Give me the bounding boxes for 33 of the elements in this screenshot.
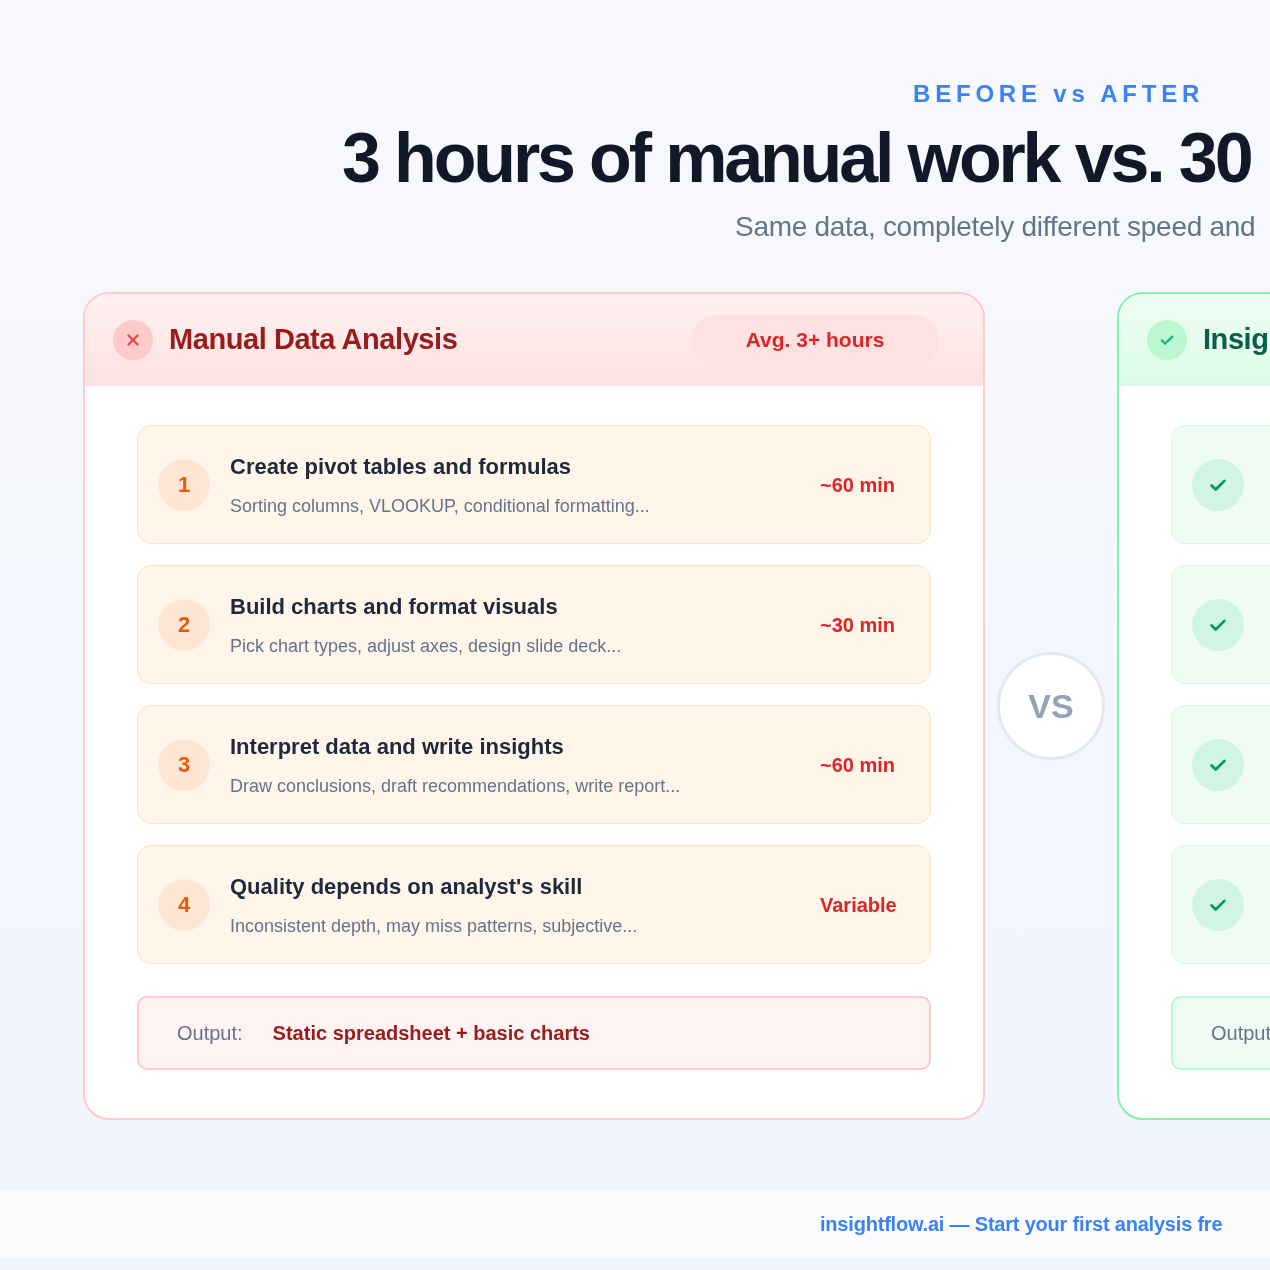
check-icon	[1192, 458, 1244, 511]
check-icon	[1192, 598, 1244, 651]
step-number: 4	[158, 878, 210, 931]
step-description: Sorting columns, VLOOKUP, conditional formatting...	[230, 494, 650, 518]
step-description: Pick chart types, adjust axes, design slide deck...	[230, 634, 622, 658]
step-title: Build charts and format visuals	[230, 592, 558, 621]
step-number: 2	[158, 598, 210, 651]
step-time: ~60 min	[820, 752, 896, 778]
step-description: Draw conclusions, draft recommendations, write report...	[230, 774, 681, 798]
check-icon	[1192, 738, 1244, 791]
vs-badge: VS	[997, 652, 1105, 760]
cross-icon	[113, 320, 153, 360]
time-badge: Avg. 3+ hours	[691, 315, 939, 365]
output-value: Static spreadsheet + basic charts	[272, 1021, 590, 1046]
page-title: 3 hours of manual work vs. 30	[342, 122, 1251, 194]
step-description: Inconsistent depth, may miss patterns, subjective...	[230, 914, 638, 938]
step-time: ~30 min	[820, 612, 896, 638]
step-time: ~60 min	[820, 472, 896, 498]
step-time: Variable	[820, 892, 897, 918]
step-number: 3	[158, 738, 210, 791]
step-title: Quality depends on analyst's skill	[230, 872, 583, 901]
page-subtitle: Same data, completely different speed and	[735, 210, 1256, 244]
eyebrow-label: BEFORE vs AFTER	[913, 79, 1205, 109]
step-number: 1	[158, 458, 210, 511]
step-title: Create pivot tables and formulas	[230, 452, 572, 481]
step-title: Interpret data and write insights	[230, 732, 564, 761]
check-icon	[1147, 320, 1187, 360]
footer-text: insightflow.ai — Start your first analysis fre	[820, 1212, 1223, 1237]
check-icon	[1192, 878, 1244, 931]
output-label: Output	[1211, 1021, 1270, 1046]
card-title: Insig	[1203, 322, 1269, 358]
card-title: Manual Data Analysis	[169, 322, 458, 358]
output-label: Output:	[177, 1021, 243, 1046]
